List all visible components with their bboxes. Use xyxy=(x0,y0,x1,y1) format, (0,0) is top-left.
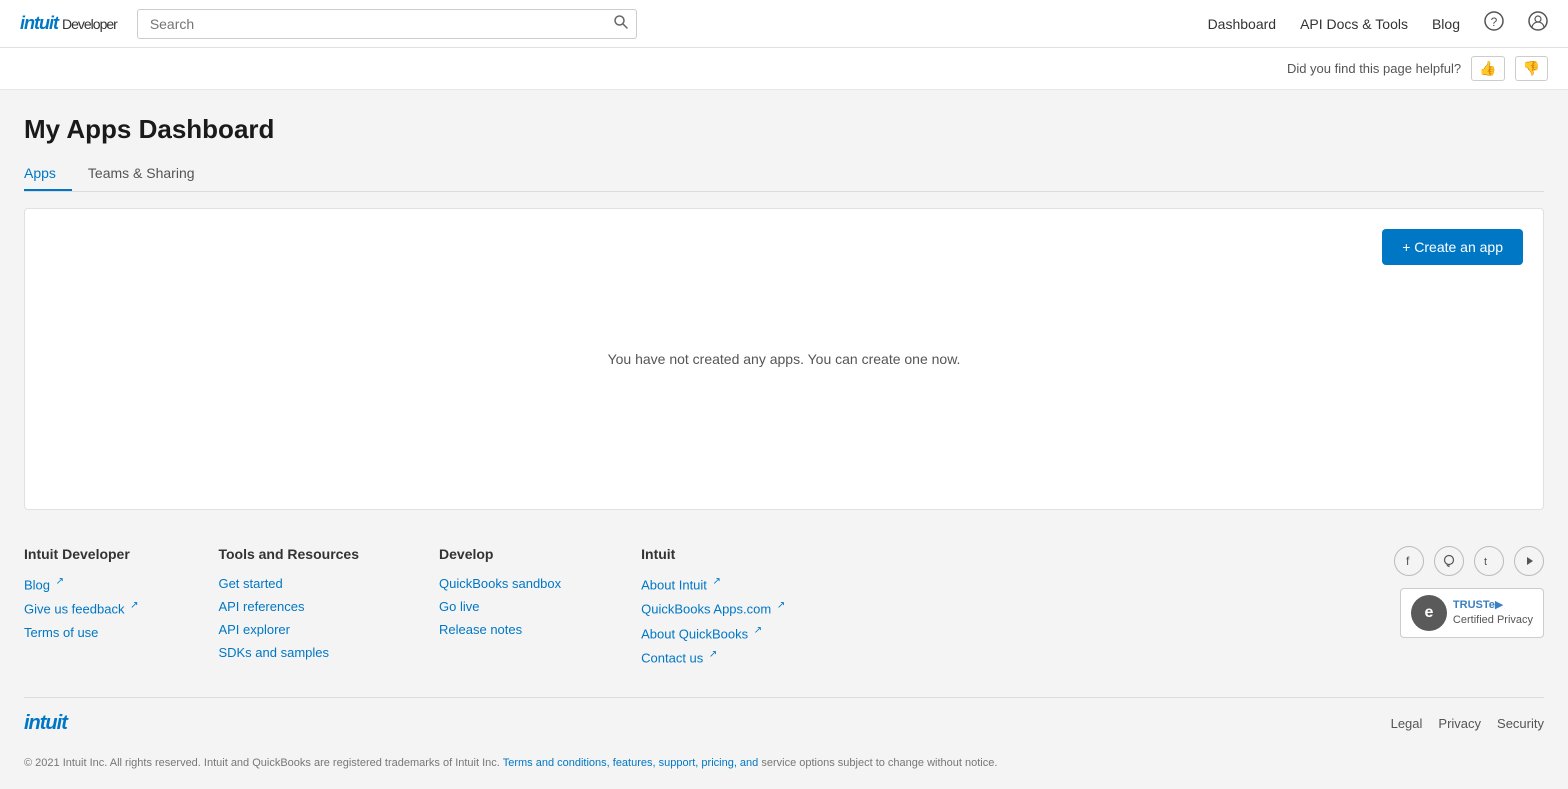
footer-bottom-links: Legal Privacy Security xyxy=(1391,716,1544,731)
intuit-logo: intuitDeveloper xyxy=(20,13,117,34)
external-icon: ↗ xyxy=(56,576,64,587)
footer-link-legal[interactable]: Legal xyxy=(1391,716,1423,731)
youtube-icon[interactable] xyxy=(1514,546,1544,576)
footer-col-intuit-developer: Intuit Developer Blog ↗ Give us feedback… xyxy=(24,546,138,673)
header-nav: Dashboard API Docs & Tools Blog ? xyxy=(1208,11,1548,36)
nav-dashboard[interactable]: Dashboard xyxy=(1208,16,1277,32)
nav-api-docs[interactable]: API Docs & Tools xyxy=(1300,16,1408,32)
thumbup-button[interactable]: 👍 xyxy=(1471,56,1504,81)
footer-copyright-link[interactable]: Terms and conditions, features, support,… xyxy=(503,757,759,769)
nav-blog[interactable]: Blog xyxy=(1432,16,1460,32)
search-button[interactable] xyxy=(613,14,629,34)
twitter-icon[interactable]: t xyxy=(1474,546,1504,576)
header-logo[interactable]: intuitDeveloper xyxy=(20,13,117,34)
svg-text:t: t xyxy=(1484,556,1487,568)
footer-link-security[interactable]: Security xyxy=(1497,716,1544,731)
footer-copyright: © 2021 Intuit Inc. All rights reserved. … xyxy=(24,749,1544,789)
social-icons: f t xyxy=(1394,546,1544,576)
header: intuitDeveloper Dashboard API Docs & Too… xyxy=(0,0,1568,48)
external-icon: ↗ xyxy=(130,600,138,611)
footer-heading-develop: Develop xyxy=(439,546,561,562)
help-icon[interactable]: ? xyxy=(1484,11,1504,36)
footer-link-feedback[interactable]: Give us feedback ↗ xyxy=(24,600,138,616)
footer-link-api-references[interactable]: API references xyxy=(218,599,359,614)
apps-panel: + Create an app You have not created any… xyxy=(24,208,1544,510)
footer-social: f t e TRUSTe xyxy=(1394,546,1544,673)
footer-col-develop: Develop QuickBooks sandbox Go live Relea… xyxy=(439,546,561,673)
footer: Intuit Developer Blog ↗ Give us feedback… xyxy=(0,510,1568,789)
footer-link-go-live[interactable]: Go live xyxy=(439,599,561,614)
footer-link-release-notes[interactable]: Release notes xyxy=(439,622,561,637)
search-icon xyxy=(613,14,629,30)
truste-logo: e xyxy=(1411,595,1447,631)
footer-link-qb-apps[interactable]: QuickBooks Apps.com ↗ xyxy=(641,600,785,616)
footer-link-about-qb[interactable]: About QuickBooks ↗ xyxy=(641,625,785,641)
footer-heading-intuit-developer: Intuit Developer xyxy=(24,546,138,562)
helpful-question: Did you find this page helpful? xyxy=(1287,61,1461,76)
helpful-bar: Did you find this page helpful? 👍 👎 xyxy=(0,48,1568,90)
footer-col-tools: Tools and Resources Get started API refe… xyxy=(218,546,359,673)
thumbdown-button[interactable]: 👎 xyxy=(1515,56,1548,81)
external-icon: ↗ xyxy=(754,625,762,636)
tabs: Apps Teams & Sharing xyxy=(24,157,1544,192)
footer-link-sdks[interactable]: SDKs and samples xyxy=(218,645,359,660)
empty-message: You have not created any apps. You can c… xyxy=(45,229,1523,489)
page-title: My Apps Dashboard xyxy=(24,114,1544,145)
truste-badge: e TRUSTe▶ Certified Privacy xyxy=(1400,588,1544,638)
external-icon: ↗ xyxy=(777,600,785,611)
footer-bottom-bar: intuit Legal Privacy Security xyxy=(24,697,1544,749)
main-content: My Apps Dashboard Apps Teams & Sharing +… xyxy=(0,90,1568,510)
footer-heading-tools: Tools and Resources xyxy=(218,546,359,562)
user-icon[interactable] xyxy=(1528,11,1548,36)
footer-link-about-intuit[interactable]: About Intuit ↗ xyxy=(641,576,785,592)
truste-text: TRUSTe▶ Certified Privacy xyxy=(1453,598,1533,629)
search-input[interactable] xyxy=(137,9,637,39)
footer-link-api-explorer[interactable]: API explorer xyxy=(218,622,359,637)
footer-columns: Intuit Developer Blog ↗ Give us feedback… xyxy=(24,546,1544,697)
facebook-icon[interactable]: f xyxy=(1394,546,1424,576)
footer-link-get-started[interactable]: Get started xyxy=(218,576,359,591)
github-icon[interactable] xyxy=(1434,546,1464,576)
footer-heading-intuit: Intuit xyxy=(641,546,785,562)
create-app-button[interactable]: + Create an app xyxy=(1382,229,1523,265)
svg-text:f: f xyxy=(1406,554,1410,568)
tab-teams-sharing[interactable]: Teams & Sharing xyxy=(72,157,211,191)
footer-link-terms[interactable]: Terms of use xyxy=(24,625,138,640)
svg-text:?: ? xyxy=(1491,15,1498,29)
tab-apps[interactable]: Apps xyxy=(24,157,72,191)
external-icon: ↗ xyxy=(709,649,717,660)
footer-link-qb-sandbox[interactable]: QuickBooks sandbox xyxy=(439,576,561,591)
footer-col-intuit: Intuit About Intuit ↗ QuickBooks Apps.co… xyxy=(641,546,785,673)
footer-intuit-logo: intuit xyxy=(24,712,67,735)
footer-link-privacy[interactable]: Privacy xyxy=(1438,716,1481,731)
footer-link-blog[interactable]: Blog ↗ xyxy=(24,576,138,592)
external-icon: ↗ xyxy=(713,576,721,587)
search-container xyxy=(137,9,637,39)
footer-link-contact[interactable]: Contact us ↗ xyxy=(641,649,785,665)
